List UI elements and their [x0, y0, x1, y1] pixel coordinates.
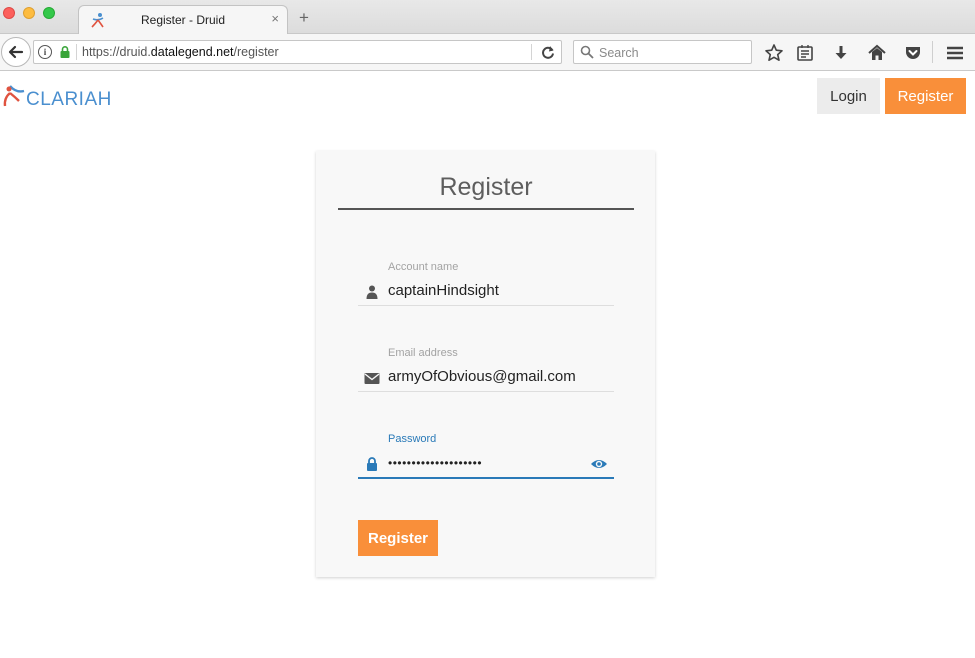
back-button[interactable] [1, 37, 31, 67]
url-bar[interactable]: i https://druid.datalegend.net/register [33, 40, 562, 64]
url-domain: datalegend.net [150, 45, 234, 59]
browser-titlebar: Register - Druid × + [0, 0, 975, 35]
email-underline [358, 391, 614, 392]
search-placeholder: Search [599, 46, 639, 60]
window-close-button[interactable] [3, 7, 15, 19]
account-name-field[interactable]: Account name captainHindsight [358, 261, 614, 317]
window-minimize-button[interactable] [23, 7, 35, 19]
email-field[interactable]: Email address armyOfObvious@gmail.com [358, 347, 614, 403]
browser-toolbar: i https://druid.datalegend.net/register … [0, 34, 975, 71]
email-input[interactable]: armyOfObvious@gmail.com [388, 368, 576, 385]
tab-close-icon[interactable]: × [271, 11, 279, 26]
user-icon [366, 285, 378, 299]
page-content: CLARIAH Login Register Register Account … [0, 71, 975, 658]
password-input[interactable]: •••••••••••••••••••• [388, 456, 482, 470]
password-label: Password [388, 433, 437, 445]
back-arrow-icon [8, 45, 24, 59]
download-icon[interactable] [831, 43, 851, 63]
url-text[interactable]: https://druid.datalegend.net/register [82, 45, 279, 59]
register-submit-button[interactable]: Register [358, 520, 438, 556]
logo-text: CLARIAH [26, 89, 112, 110]
url-separator-2 [531, 44, 532, 60]
password-field[interactable]: Password •••••••••••••••••••• [358, 433, 614, 489]
login-button[interactable]: Login [817, 78, 880, 114]
url-path: /register [233, 45, 279, 59]
window-maximize-button[interactable] [43, 7, 55, 19]
register-card: Register Account name captainHindsight E… [316, 151, 655, 577]
reload-icon[interactable] [540, 44, 556, 60]
clariah-logo[interactable]: CLARIAH [0, 79, 112, 113]
url-prefix: https://druid. [82, 45, 151, 59]
toolbar-separator [932, 41, 933, 63]
lock-icon [367, 457, 377, 471]
title-divider [338, 208, 634, 210]
secure-lock-icon[interactable] [58, 45, 72, 59]
menu-hamburger-icon[interactable] [945, 43, 965, 63]
account-name-label: Account name [388, 261, 459, 273]
new-tab-button[interactable]: + [299, 9, 309, 26]
tab-title: Register - Druid [140, 13, 226, 27]
url-separator [76, 44, 77, 60]
home-icon[interactable] [867, 43, 887, 63]
email-label: Email address [388, 347, 458, 359]
search-bar[interactable]: Search [573, 40, 752, 64]
envelope-icon [364, 373, 380, 384]
browser-tab[interactable]: Register - Druid × [78, 5, 288, 35]
pocket-icon[interactable] [903, 43, 923, 63]
info-icon[interactable]: i [38, 45, 52, 59]
password-underline [358, 477, 614, 479]
reading-list-icon[interactable] [795, 43, 815, 63]
register-nav-button[interactable]: Register [885, 78, 966, 114]
bookmark-star-icon[interactable] [764, 43, 784, 63]
account-name-input[interactable]: captainHindsight [388, 282, 499, 299]
show-password-eye-icon[interactable] [590, 457, 608, 471]
search-icon [580, 45, 594, 59]
register-title: Register [439, 173, 533, 201]
account-name-underline [358, 305, 614, 306]
